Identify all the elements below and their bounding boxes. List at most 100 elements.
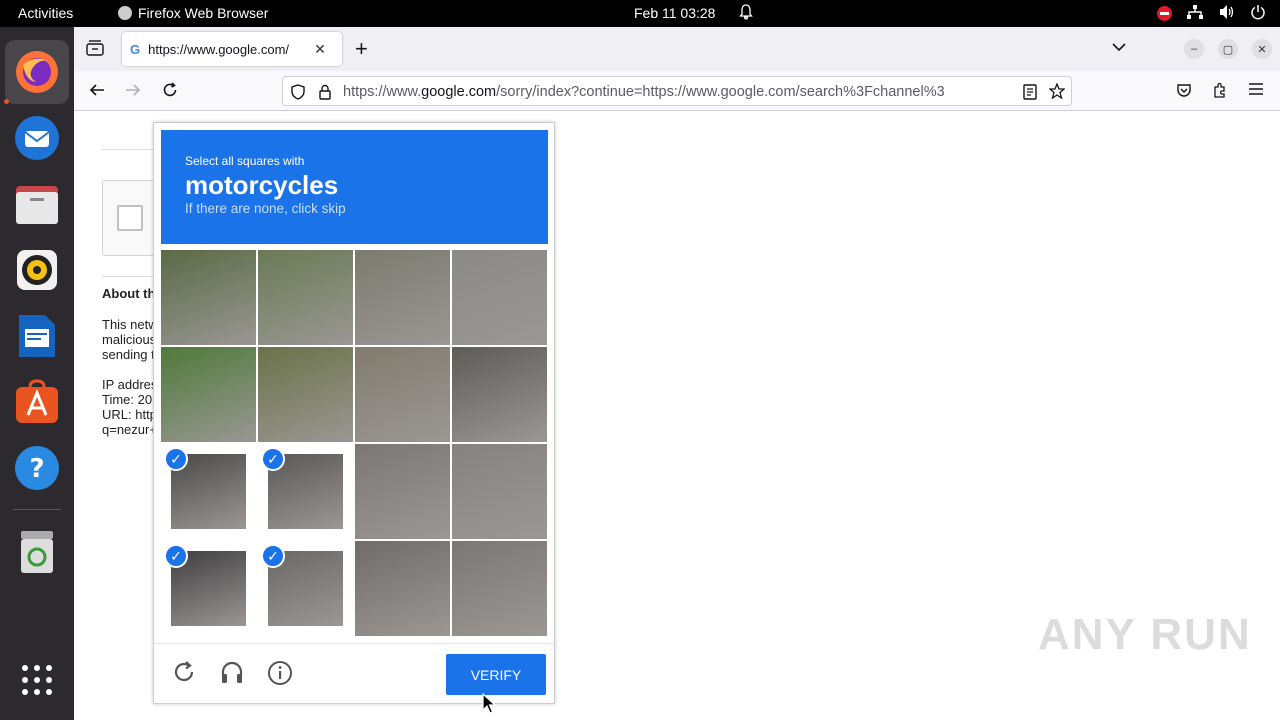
bookmark-star-icon[interactable]: [1048, 82, 1066, 103]
app-grid-icon: [22, 665, 52, 695]
volume-icon[interactable]: [1218, 4, 1236, 23]
dock-firefox[interactable]: [5, 40, 69, 104]
url-path: /sorry/index?continue=https://www.google…: [496, 84, 945, 100]
reload-icon[interactable]: [161, 82, 179, 100]
app-center-icon: [16, 379, 58, 423]
lock-icon[interactable]: [319, 84, 331, 104]
dock: ?: [0, 27, 74, 720]
app-menu[interactable]: Firefox Web Browser: [118, 5, 268, 21]
captcha-tile[interactable]: [355, 347, 450, 442]
captcha-tile[interactable]: [452, 541, 547, 636]
dock-thunderbird[interactable]: [5, 106, 69, 170]
captcha-tile[interactable]: [355, 541, 450, 636]
body-line-1: This netw: [102, 317, 158, 332]
captcha-tile[interactable]: [452, 347, 547, 442]
tracking-shield-icon[interactable]: [291, 84, 305, 104]
reader-view-icon[interactable]: [1023, 84, 1037, 104]
activities-button[interactable]: Activities: [18, 5, 73, 21]
verify-button[interactable]: VERIFY: [446, 654, 546, 695]
dock-rhythmbox[interactable]: [5, 238, 69, 302]
dock-trash[interactable]: [5, 520, 69, 584]
audio-challenge-icon[interactable]: [218, 660, 246, 688]
tab-close-icon[interactable]: ✕: [314, 41, 326, 58]
captcha-target: motorcycles: [185, 170, 339, 200]
clock[interactable]: Feb 11 03:28: [634, 5, 715, 21]
menu-icon[interactable]: [1247, 82, 1265, 100]
svg-text:?: ?: [29, 454, 44, 484]
captcha-tile-image: [258, 347, 353, 442]
captcha-header: Select all squares with motorcycles If t…: [161, 130, 548, 244]
captcha-tile[interactable]: [452, 444, 547, 539]
captcha-tile[interactable]: [258, 250, 353, 345]
recaptcha-checkbox[interactable]: [117, 205, 143, 231]
captcha-tile-image: [452, 347, 547, 442]
query-line: q=nezur+: [102, 422, 157, 437]
google-favicon-icon: G: [130, 41, 141, 57]
files-icon: [16, 186, 58, 224]
body-line-2: malicious: [102, 332, 157, 347]
captcha-tile[interactable]: ✓: [258, 444, 353, 539]
minimize-button[interactable]: –: [1184, 39, 1204, 59]
tab-title: https://www.google.com/: [148, 41, 290, 57]
back-icon[interactable]: [88, 82, 106, 100]
captcha-tile[interactable]: ✓: [161, 541, 256, 636]
info-icon[interactable]: [266, 660, 294, 688]
show-apps-button[interactable]: [5, 648, 69, 712]
help-icon: ?: [15, 446, 59, 490]
about-heading: About th: [102, 286, 156, 301]
url-text[interactable]: https://www.google.com/sorry/index?conti…: [343, 84, 1011, 100]
thunderbird-icon: [15, 116, 59, 160]
system-tray[interactable]: [1157, 4, 1266, 23]
captcha-tile[interactable]: [161, 250, 256, 345]
url-domain: google.com: [421, 84, 497, 100]
tile-selected-check-icon: ✓: [164, 447, 188, 471]
power-icon[interactable]: [1250, 4, 1266, 23]
close-window-button[interactable]: ✕: [1252, 39, 1272, 59]
anyrun-watermark: ANY RUN: [1038, 610, 1252, 659]
body-line-3: sending t: [102, 347, 155, 362]
running-indicator: [4, 99, 9, 104]
forward-icon[interactable]: [124, 82, 142, 100]
captcha-tile-image: [355, 347, 450, 442]
firefox-small-icon: [118, 6, 132, 20]
do-not-disturb-icon[interactable]: [1157, 6, 1172, 21]
dock-files[interactable]: [5, 172, 69, 236]
extensions-icon[interactable]: [1211, 82, 1229, 100]
dock-help[interactable]: ?: [5, 436, 69, 500]
writer-icon: [19, 315, 55, 357]
captcha-tile-image: [355, 541, 450, 636]
captcha-tile[interactable]: [355, 444, 450, 539]
captcha-challenge: Select all squares with motorcycles If t…: [153, 122, 555, 704]
list-tabs-icon[interactable]: [1112, 39, 1126, 57]
captcha-tile-image: [355, 250, 450, 345]
captcha-tile[interactable]: [258, 347, 353, 442]
dock-writer[interactable]: [5, 304, 69, 368]
tile-selected-check-icon: ✓: [261, 544, 285, 568]
tab-overview-icon[interactable]: [86, 40, 104, 61]
network-icon[interactable]: [1186, 4, 1204, 23]
captcha-tile-image: [355, 444, 450, 539]
captcha-hint: If there are none, click skip: [185, 201, 346, 216]
captcha-tile[interactable]: ✓: [161, 444, 256, 539]
reload-challenge-icon[interactable]: [170, 660, 198, 688]
dock-separator: [13, 509, 61, 510]
captcha-tile[interactable]: [355, 250, 450, 345]
address-bar[interactable]: https://www.google.com/sorry/index?conti…: [282, 76, 1072, 106]
trash-icon: [21, 531, 53, 573]
dock-app-center[interactable]: [5, 370, 69, 434]
captcha-tile[interactable]: [452, 250, 547, 345]
pocket-icon[interactable]: [1175, 82, 1193, 100]
firefox-icon: [16, 51, 58, 93]
captcha-tile-image: [452, 444, 547, 539]
top-bar: Activities Firefox Web Browser Feb 11 03…: [0, 0, 1280, 27]
mouse-cursor-icon: [482, 692, 497, 720]
tab-google[interactable]: G https://www.google.com/ ✕: [122, 32, 342, 66]
captcha-tile[interactable]: ✓: [258, 541, 353, 636]
maximize-button[interactable]: ▢: [1218, 39, 1238, 59]
captcha-tile[interactable]: [161, 347, 256, 442]
captcha-tile-image: [161, 347, 256, 442]
notification-bell-icon: [738, 4, 754, 23]
url-line: URL: http: [102, 407, 157, 422]
captcha-tile-image: [452, 541, 547, 636]
new-tab-button[interactable]: +: [355, 36, 368, 62]
